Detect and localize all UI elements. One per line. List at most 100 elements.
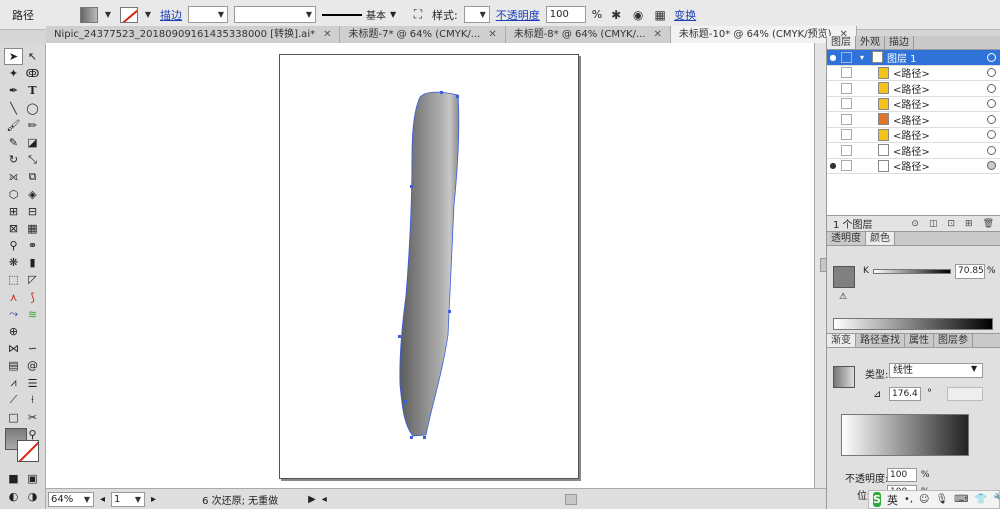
- sublayer-row[interactable]: <路径>: [827, 97, 1000, 112]
- color-spectrum[interactable]: [833, 318, 993, 330]
- target-icon[interactable]: [987, 83, 996, 93]
- target-icon[interactable]: [987, 114, 996, 124]
- eyedropper-tool-icon[interactable]: ⚲: [4, 237, 23, 254]
- close-icon[interactable]: ✕: [323, 26, 331, 43]
- tab-layer-comps[interactable]: 图层参: [934, 334, 973, 347]
- rotate-tool-icon[interactable]: ↻: [4, 151, 23, 168]
- new-sublayer-icon[interactable]: ⊡: [947, 219, 955, 229]
- warp-tool-icon[interactable]: ∽: [23, 340, 42, 357]
- path-curve-tool-icon[interactable]: ⤳: [4, 306, 23, 323]
- perspective-grid-tool-icon[interactable]: ⊞: [4, 203, 23, 220]
- color-mode-icon[interactable]: ■: [4, 470, 23, 487]
- variable-width-dropdown[interactable]: ▼: [234, 6, 316, 23]
- keyboard-icon[interactable]: ⌨: [954, 494, 968, 505]
- twirl-tool-icon[interactable]: @: [23, 357, 42, 374]
- scissors-tool-icon[interactable]: ✂: [23, 409, 42, 426]
- align-tool-icon[interactable]: ☰: [23, 375, 42, 392]
- target-icon[interactable]: [987, 161, 996, 171]
- stroke-link[interactable]: 描边: [160, 7, 182, 23]
- lasso-tool-icon[interactable]: ↂ: [23, 65, 42, 82]
- screen-mode-icon[interactable]: ◑: [23, 488, 42, 505]
- mesh-tool-icon[interactable]: ⊠: [4, 220, 23, 237]
- target-icon[interactable]: [987, 99, 996, 109]
- gradient-tool-icon[interactable]: ▦: [23, 220, 42, 237]
- draw-normal-icon[interactable]: ◐: [4, 488, 23, 505]
- status-menu-icon[interactable]: ▶: [308, 494, 316, 505]
- warning-icon[interactable]: ⚠: [839, 292, 847, 302]
- sublayer-row[interactable]: ● <路径>: [827, 159, 1000, 174]
- line-tool-icon[interactable]: ╲: [4, 100, 23, 117]
- envelope-tool-icon[interactable]: ⋈: [4, 340, 23, 357]
- tab-stroke[interactable]: 描边: [885, 36, 914, 49]
- graphic-style-icon[interactable]: ◉: [630, 7, 646, 23]
- ellipse-tool-icon[interactable]: ◯: [23, 100, 42, 117]
- selection-tool-icon[interactable]: ➤: [4, 48, 23, 65]
- target-icon[interactable]: [987, 130, 996, 140]
- blend-tool-icon[interactable]: ⚭: [23, 237, 42, 254]
- magic-wand-tool-icon[interactable]: ✦: [4, 65, 23, 82]
- free-transform-tool-icon[interactable]: ⧉: [23, 168, 42, 185]
- sublayer-row[interactable]: <路径>: [827, 128, 1000, 143]
- pencil-tool-icon[interactable]: ✏: [23, 117, 42, 134]
- lock-toggle[interactable]: [841, 67, 852, 79]
- transform-link[interactable]: 变换: [674, 7, 696, 23]
- canvas-area[interactable]: [46, 43, 814, 488]
- eraser-tool-icon[interactable]: ◪: [23, 134, 42, 151]
- stop-opacity-input[interactable]: 100: [887, 468, 917, 482]
- next-artboard-icon[interactable]: ▸: [151, 494, 156, 505]
- live-paint-tool-icon[interactable]: ◈: [23, 186, 42, 203]
- tab-doc-2[interactable]: 未标题-7* @ 64% (CMYK/... ✕: [340, 26, 506, 43]
- tab-doc-1[interactable]: Nipic_24377523_20180909161435338000 [转换]…: [46, 26, 341, 43]
- expand-icon[interactable]: ▾: [856, 53, 868, 62]
- layer-row[interactable]: ● ▾ 图层 1: [827, 50, 1000, 66]
- target-tool-icon[interactable]: ⊕: [4, 323, 23, 340]
- artwork[interactable]: [280, 55, 580, 480]
- measure-tool-icon[interactable]: ⟋: [4, 392, 23, 409]
- artboard-number-field[interactable]: 1 ▼: [111, 491, 146, 507]
- recolor-icon[interactable]: ✱: [608, 7, 624, 23]
- trash-icon[interactable]: 🗑: [983, 219, 994, 229]
- tab-doc-3[interactable]: 未标题-8* @ 64% (CMYK/... ✕: [505, 26, 671, 43]
- voice-icon[interactable]: 🎙: [935, 494, 948, 505]
- emoji-icon[interactable]: ☺: [919, 494, 929, 505]
- eye-icon[interactable]: ●: [827, 161, 839, 170]
- k-value-input[interactable]: 70.85: [955, 264, 985, 279]
- target-icon[interactable]: [987, 145, 996, 155]
- artboard-tool-icon[interactable]: ⬚: [4, 271, 23, 288]
- convert-anchor-tool-icon[interactable]: ⟆: [23, 289, 42, 306]
- stroke-color-box[interactable]: [17, 440, 39, 462]
- wave-tool-icon[interactable]: ≋: [23, 306, 42, 323]
- scale-tool-icon[interactable]: ⤡: [23, 151, 42, 168]
- aspect-ratio-input[interactable]: [947, 387, 983, 401]
- close-icon[interactable]: ✕: [654, 26, 662, 43]
- symbol-sprayer-tool-icon[interactable]: ❋: [4, 254, 23, 271]
- tab-gradient[interactable]: 渐变: [827, 334, 856, 347]
- sublayer-row[interactable]: <路径>: [827, 112, 1000, 128]
- fill-swatch[interactable]: [80, 6, 98, 23]
- fill-dropdown[interactable]: ▼: [104, 6, 114, 23]
- artboard-icon[interactable]: ⛶: [410, 7, 426, 23]
- tools-icon[interactable]: 🔧: [993, 494, 1000, 505]
- sublayer-row[interactable]: <路径>: [827, 143, 1000, 159]
- eye-icon[interactable]: ●: [827, 53, 839, 62]
- sublayer-row[interactable]: <路径>: [827, 81, 1000, 97]
- punctuation-icon[interactable]: •,: [904, 494, 913, 505]
- new-layer-icon[interactable]: ⊞: [965, 219, 973, 229]
- lock-toggle[interactable]: [841, 113, 852, 125]
- style-dropdown[interactable]: ▼: [463, 6, 490, 23]
- blob-brush-tool-icon[interactable]: ✎: [4, 134, 23, 151]
- column-graph-tool-icon[interactable]: ▮: [23, 254, 42, 271]
- direct-selection-tool-icon[interactable]: ↖: [23, 48, 42, 65]
- stroke-swatch[interactable]: [120, 6, 138, 23]
- locate-object-icon[interactable]: ⊙: [911, 219, 919, 229]
- wrinkle-tool-icon[interactable]: ⩘: [4, 375, 23, 392]
- knife-blade-shape[interactable]: [399, 91, 460, 437]
- tab-attributes[interactable]: 属性: [905, 334, 934, 347]
- perspective-selection-tool-icon[interactable]: ⊟: [23, 203, 42, 220]
- tab-transparency[interactable]: 透明度: [827, 232, 866, 245]
- tab-appearance[interactable]: 外观: [856, 36, 885, 49]
- angle-input[interactable]: 176.4: [889, 387, 921, 401]
- type-tool-icon[interactable]: T: [23, 82, 42, 99]
- lock-toggle[interactable]: [841, 160, 852, 172]
- ime-logo[interactable]: S: [873, 492, 881, 507]
